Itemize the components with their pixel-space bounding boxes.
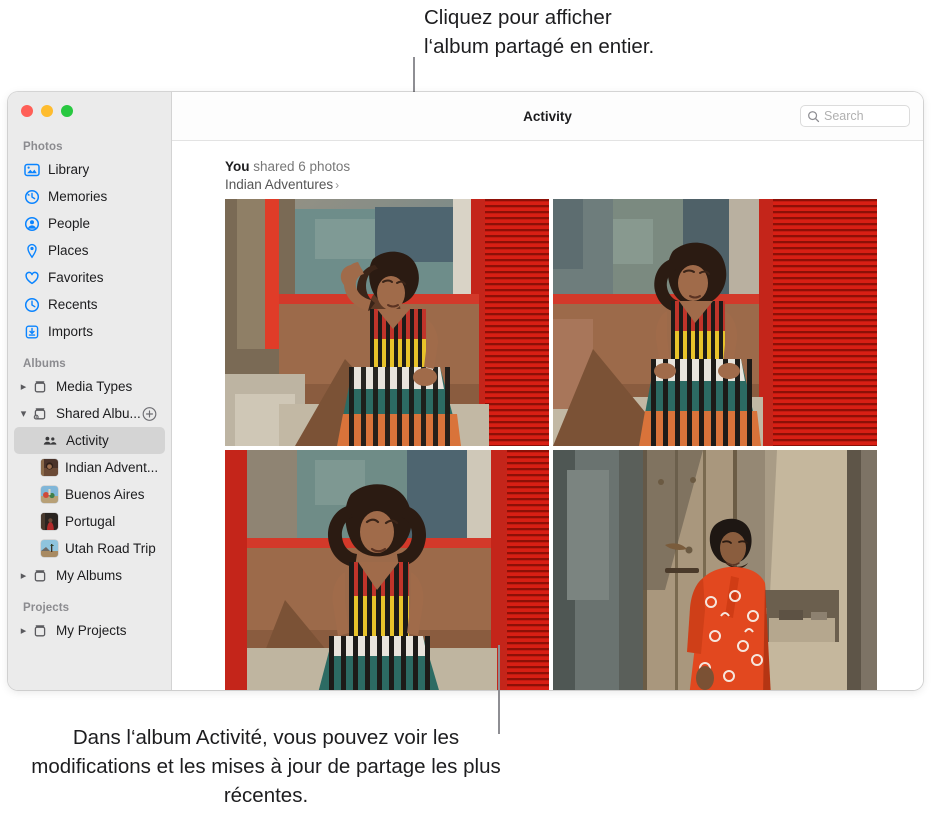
photo-woman-striped-dress-seated[interactable] — [553, 199, 877, 446]
sidebar-item-recents[interactable]: Recents — [14, 291, 165, 318]
sidebar-item-label: My Projects — [56, 623, 127, 638]
sidebar-item-shared-albums[interactable]: ▾ Shared Albu... — [14, 400, 165, 427]
chevron-right-icon[interactable]: ▸ — [18, 380, 29, 393]
photos-app-window: Photos Library Memories People Places Fa… — [8, 92, 923, 690]
activity-header: You shared 6 photos Indian Adventures › — [172, 142, 923, 199]
sidebar-item-label: Buenos Aires — [65, 487, 145, 502]
sidebar-item-buenos-aires[interactable]: Buenos Aires — [14, 481, 165, 508]
zoom-button[interactable] — [61, 105, 73, 117]
sidebar-item-label: Utah Road Trip — [65, 541, 156, 556]
album-thumbnail — [41, 540, 58, 557]
sidebar-item-places[interactable]: Places — [14, 237, 165, 264]
album-box-icon — [31, 378, 49, 396]
sidebar-item-label: My Albums — [56, 568, 123, 583]
sidebar-item-library[interactable]: Library — [14, 156, 165, 183]
sidebar-item-activity[interactable]: Activity — [14, 427, 165, 454]
sidebar-item-indian-adventures[interactable]: Indian Advent... — [14, 454, 165, 481]
library-icon — [23, 161, 41, 179]
search-icon — [807, 110, 820, 123]
sidebar-item-my-albums[interactable]: ▸ My Albums — [14, 562, 165, 589]
album-thumbnail — [41, 486, 58, 503]
sidebar-item-label: Library — [48, 162, 90, 177]
callout-bottom-leader-line — [498, 645, 500, 734]
album-box-icon — [31, 622, 49, 640]
sidebar-item-imports[interactable]: Imports — [14, 318, 165, 345]
sidebar-item-label: Activity — [66, 433, 109, 448]
activity-action: shared 6 photos — [253, 159, 351, 174]
album-thumbnail — [41, 459, 58, 476]
album-thumbnail — [41, 513, 58, 530]
sidebar: Photos Library Memories People Places Fa… — [8, 92, 172, 690]
search-field[interactable] — [800, 105, 910, 127]
sidebar-item-label: Recents — [48, 297, 98, 312]
heart-icon — [23, 269, 41, 287]
minimize-button[interactable] — [41, 105, 53, 117]
callout-bottom-text: Dans l‘album Activité, vous pouvez voir … — [31, 726, 501, 807]
sidebar-section-photos-title: Photos — [23, 141, 63, 153]
activity-summary: You shared 6 photos — [225, 159, 923, 174]
sidebar-item-utah-road-trip[interactable]: Utah Road Trip — [14, 535, 165, 562]
shared-box-icon — [31, 405, 49, 423]
places-icon — [23, 242, 41, 260]
album-box-icon — [31, 567, 49, 585]
window-traffic-lights — [21, 105, 73, 117]
sidebar-item-people[interactable]: People — [14, 210, 165, 237]
close-button[interactable] — [21, 105, 33, 117]
sidebar-item-portugal[interactable]: Portugal — [14, 508, 165, 535]
memories-icon — [23, 188, 41, 206]
sidebar-item-label: Memories — [48, 189, 108, 204]
photo-woman-striped-dress-hand-on-head[interactable] — [225, 199, 549, 446]
sidebar-item-label: Favorites — [48, 270, 104, 285]
activity-album-link[interactable]: Indian Adventures › — [225, 177, 923, 192]
photo-man-orange-kurta-doorway[interactable] — [553, 450, 877, 690]
sidebar-item-label: Indian Advent... — [65, 460, 159, 475]
chevron-right-icon: › — [335, 178, 340, 192]
sidebar-section-albums-title: Albums — [23, 358, 66, 370]
sidebar-item-label: Portugal — [65, 514, 116, 529]
callout-top-text: Cliquez pour afficher l‘album partagé en… — [424, 6, 655, 58]
activity-scroll-area[interactable]: You shared 6 photos Indian Adventures › — [172, 141, 923, 690]
sidebar-item-memories[interactable]: Memories — [14, 183, 165, 210]
people-icon — [23, 215, 41, 233]
activity-actor: You — [225, 159, 250, 174]
sidebar-item-media-types[interactable]: ▸ Media Types — [14, 373, 165, 400]
toolbar: Activity — [172, 92, 923, 141]
chevron-right-icon[interactable]: ▸ — [18, 569, 29, 582]
album-link-label: Indian Adventures — [225, 177, 334, 192]
photo-woman-striped-dress-eyes-closed[interactable] — [225, 450, 549, 690]
import-icon — [23, 323, 41, 341]
content-area: Activity You shared 6 photos Indian Adve… — [172, 92, 923, 690]
sidebar-item-my-projects[interactable]: ▸ My Projects — [14, 617, 165, 644]
chevron-right-icon[interactable]: ▸ — [18, 624, 29, 637]
clock-icon — [23, 296, 41, 314]
sidebar-item-label: People — [48, 216, 91, 231]
sidebar-item-label: Imports — [48, 324, 94, 339]
people-pair-icon — [41, 432, 59, 450]
add-shared-album-button[interactable] — [142, 406, 157, 421]
sidebar-item-label: Shared Albu... — [56, 406, 141, 421]
search-input[interactable] — [824, 109, 903, 123]
sidebar-item-label: Places — [48, 243, 89, 258]
photo-grid — [225, 199, 877, 690]
sidebar-item-label: Media Types — [56, 379, 133, 394]
sidebar-section-projects-title: Projects — [23, 602, 70, 614]
sidebar-item-favorites[interactable]: Favorites — [14, 264, 165, 291]
chevron-down-icon[interactable]: ▾ — [18, 407, 29, 420]
